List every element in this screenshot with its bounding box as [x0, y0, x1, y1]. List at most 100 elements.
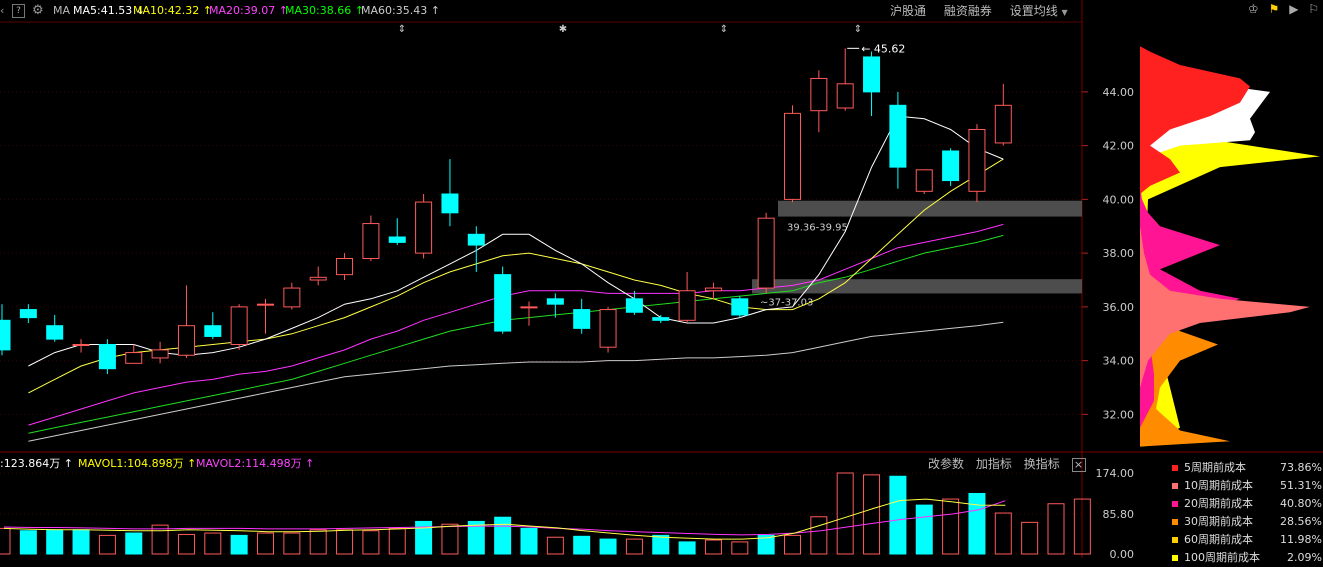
candle-body: [863, 56, 881, 93]
candle-body: [125, 352, 143, 364]
price-tick-label: 42.00: [1103, 140, 1135, 153]
volume-bar: [309, 529, 327, 555]
legend-pct: 40.80%: [1280, 497, 1322, 510]
legend-label: 20周期前成本: [1184, 497, 1253, 510]
candle-body: [520, 306, 538, 309]
candle-body: [994, 104, 1012, 144]
candle-body: [784, 112, 801, 200]
legend-pct: 11.98%: [1280, 533, 1322, 546]
chevron-down-icon[interactable]: ▼: [1062, 8, 1068, 17]
volume-bar: [704, 539, 722, 555]
legend-label: 10周期前成本: [1184, 479, 1253, 492]
legend-label: 5周期前成本: [1184, 461, 1246, 474]
legend-item: 100周期前成本 2.09%: [1172, 549, 1322, 567]
candle-body: [573, 309, 591, 329]
crown-icon[interactable]: ♔: [1248, 2, 1259, 16]
volume-bar: [889, 475, 907, 555]
price-tick-label: 38.00: [1103, 247, 1135, 260]
volume-bar: [283, 532, 301, 555]
legend-label: 60周期前成本: [1184, 533, 1253, 546]
expand-arrow-icon[interactable]: ‹: [0, 0, 4, 22]
candle-body: [889, 104, 907, 168]
event-marker-icon: ⇕: [720, 24, 728, 35]
flag-outline-icon[interactable]: ⚐: [1308, 2, 1319, 16]
volume-bar: [1047, 503, 1065, 555]
legend-swatch: [1172, 537, 1178, 543]
legend-item: 60周期前成本 11.98%: [1172, 531, 1322, 549]
candle-body: [388, 236, 406, 243]
cost-zone: [778, 200, 1082, 217]
volume-bar: [994, 512, 1012, 555]
candle-body: [810, 77, 828, 112]
help-button[interactable]: ?: [12, 4, 25, 18]
candle-body: [704, 287, 722, 292]
volume-bar: [177, 533, 195, 555]
legend-pct: 51.31%: [1280, 479, 1322, 492]
legend-item: 20周期前成本 40.80%: [1172, 495, 1322, 513]
vol-value-1: MAVOL1:104.898万 ↑: [78, 457, 197, 470]
event-marker-icon: ⇕: [854, 24, 862, 35]
volume-bar: [336, 529, 354, 555]
link-switch-indicator[interactable]: 换指标: [1024, 457, 1060, 471]
volume-bar: [72, 529, 90, 555]
volume-bar: [599, 538, 617, 555]
candle-body: [494, 274, 512, 332]
volume-bar: [125, 532, 143, 555]
panel-tools: ♔ ⚑ ▶ ⚐: [1248, 2, 1319, 16]
volume-bar: [0, 527, 11, 555]
play-icon[interactable]: ▶: [1289, 2, 1298, 16]
legend-item: 5周期前成本 73.86%: [1172, 459, 1322, 477]
volume-bar: [915, 504, 933, 555]
legend-item: 10周期前成本 51.31%: [1172, 477, 1322, 495]
link-margin[interactable]: 融资融券: [944, 4, 992, 18]
volume-bar: [968, 492, 986, 555]
volume-bar: [1021, 521, 1039, 555]
candle-body: [230, 306, 248, 345]
ma-value-4: MA60:35.43 ↑: [361, 4, 440, 17]
candle-body: [731, 298, 749, 316]
volume-tick-label: 85.80: [1103, 508, 1135, 521]
candle-body: [467, 233, 485, 246]
kline-chart[interactable]: 44.00 42.00 40.00 38.00 36.00 34.00 32.00 174.0…: [0, 0, 1323, 558]
gear-icon[interactable]: ⚙: [32, 0, 44, 22]
volume-bar: [98, 534, 116, 555]
vol-value-2: MAVOL2:114.498万 ↑: [196, 457, 315, 470]
candle-body: [204, 325, 222, 337]
volume-bar: [784, 534, 801, 555]
link-edit-params[interactable]: 改参数: [928, 457, 964, 471]
flag-icon[interactable]: ⚑: [1269, 2, 1280, 16]
close-icon[interactable]: ×: [1071, 458, 1086, 472]
ma60-line: [28, 321, 1004, 442]
volume-tick-label: 174.00: [1096, 467, 1135, 480]
candle-body: [0, 319, 11, 351]
volume-bar: [204, 532, 222, 555]
price-tick-label: 40.00: [1103, 193, 1135, 206]
volume-bar: [230, 534, 248, 555]
volume-tick-label: 0.00: [1110, 548, 1135, 558]
high-label: ← 45.62: [861, 42, 905, 55]
volume-bar: [652, 534, 670, 555]
candle-body: [652, 317, 670, 321]
candle-body: [309, 276, 327, 281]
link-add-indicator[interactable]: 加指标: [976, 457, 1012, 471]
cost-zone: [752, 279, 1082, 294]
legend-label: 30周期前成本: [1184, 515, 1253, 528]
legend-swatch: [1172, 555, 1178, 561]
candle-body: [546, 298, 564, 305]
cost-legend: 5周期前成本 73.86% 10周期前成本 51.31% 20周期前成本 40.80% 30…: [1172, 459, 1322, 567]
volume-bar: [678, 541, 696, 555]
price-tick-label: 32.00: [1103, 408, 1135, 421]
candle-body: [336, 258, 354, 276]
candle-body: [678, 290, 696, 321]
ma-value-3: MA30:38.66 ↑: [285, 4, 364, 17]
volume-links: 改参数 加指标 换指标 ×: [928, 455, 1086, 473]
ma5-line: [28, 115, 1004, 367]
ma10-line: [28, 158, 1004, 394]
candle-body: [415, 201, 433, 254]
volume-bar: [441, 523, 459, 555]
link-ma-settings[interactable]: 设置均线: [1010, 4, 1058, 18]
link-hkconnect[interactable]: 沪股通: [890, 4, 926, 18]
candle-body: [757, 217, 775, 289]
candle-body: [46, 325, 64, 340]
vol-value-0: :123.864万 ↑: [0, 457, 73, 470]
